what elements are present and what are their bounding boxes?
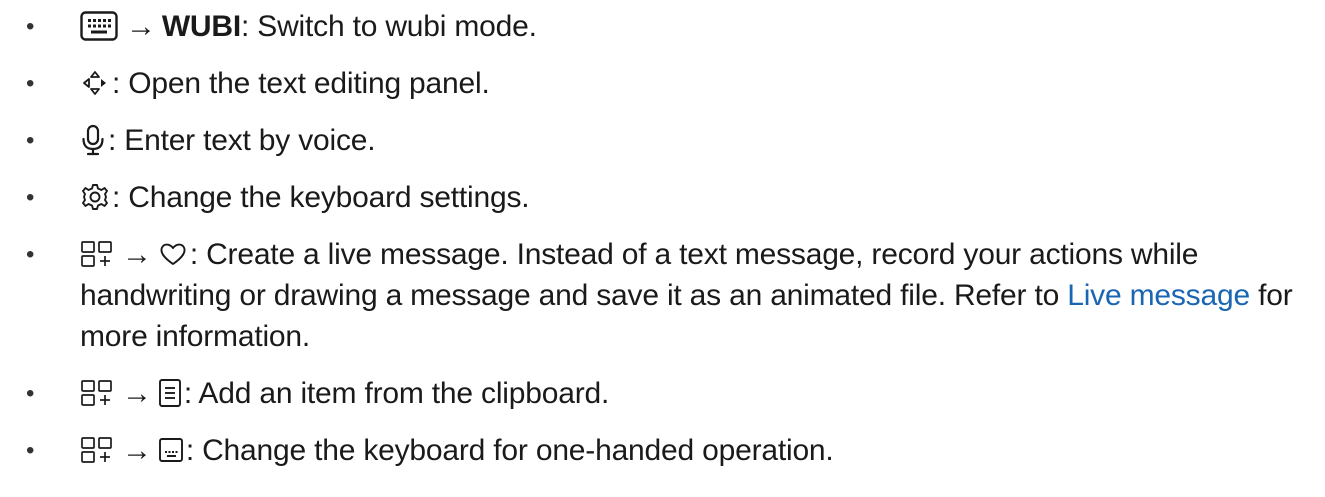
list-item-live-message: • → : Create a live message. Instead of … [0,234,1325,357]
item-text: : Create a live message. Instead of a te… [80,238,1199,312]
one-handed-keyboard-icon [158,436,184,464]
list-item-clipboard: • → : Add an item from the clipboard. [0,373,1325,414]
bullet: • [26,437,35,464]
item-text: : Change the keyboard for one-handed ope… [185,434,834,467]
item-text: : Open the text editing panel. [112,67,490,100]
item-text: : Change the keyboard settings. [112,181,530,214]
microphone-icon [80,124,106,156]
arrow: → [126,10,156,43]
instruction-list: • → WUBI: Switch to wubi mode. •: Open … [0,0,1325,471]
list-item-wubi: • → WUBI: Switch to wubi mode. [0,6,1325,47]
bullet: • [26,241,35,268]
clipboard-icon [158,378,182,408]
arrow: → [122,377,152,410]
bullet: • [26,184,35,211]
list-item-text-editing: • : Open the text editing panel. [0,63,1325,104]
live-message-link[interactable]: Live message [1067,279,1250,312]
list-item-one-handed: • → : Change the keyboard for one-handed… [0,430,1325,471]
item-text: : Add an item from the clipboard. [183,377,610,410]
more-options-icon [80,378,114,408]
bullet: • [26,13,35,40]
list-item-settings: • : Change the keyboard settings. [0,177,1325,218]
text-edit-arrows-icon [80,68,110,98]
item-text: : Switch to wubi mode. [241,10,537,43]
item-text: : Enter text by voice. [108,124,376,157]
list-item-voice: • : Enter text by voice. [0,120,1325,161]
arrow: → [122,238,152,271]
arrow: → [122,434,152,467]
bullet: • [26,70,35,97]
bullet: • [26,127,35,154]
more-options-icon [80,435,114,465]
keyboard-icon [80,11,118,41]
gear-icon [80,182,110,212]
mode-name: WUBI [161,10,241,43]
bullet: • [26,380,35,407]
heart-icon [158,240,188,268]
more-options-icon [80,239,114,269]
